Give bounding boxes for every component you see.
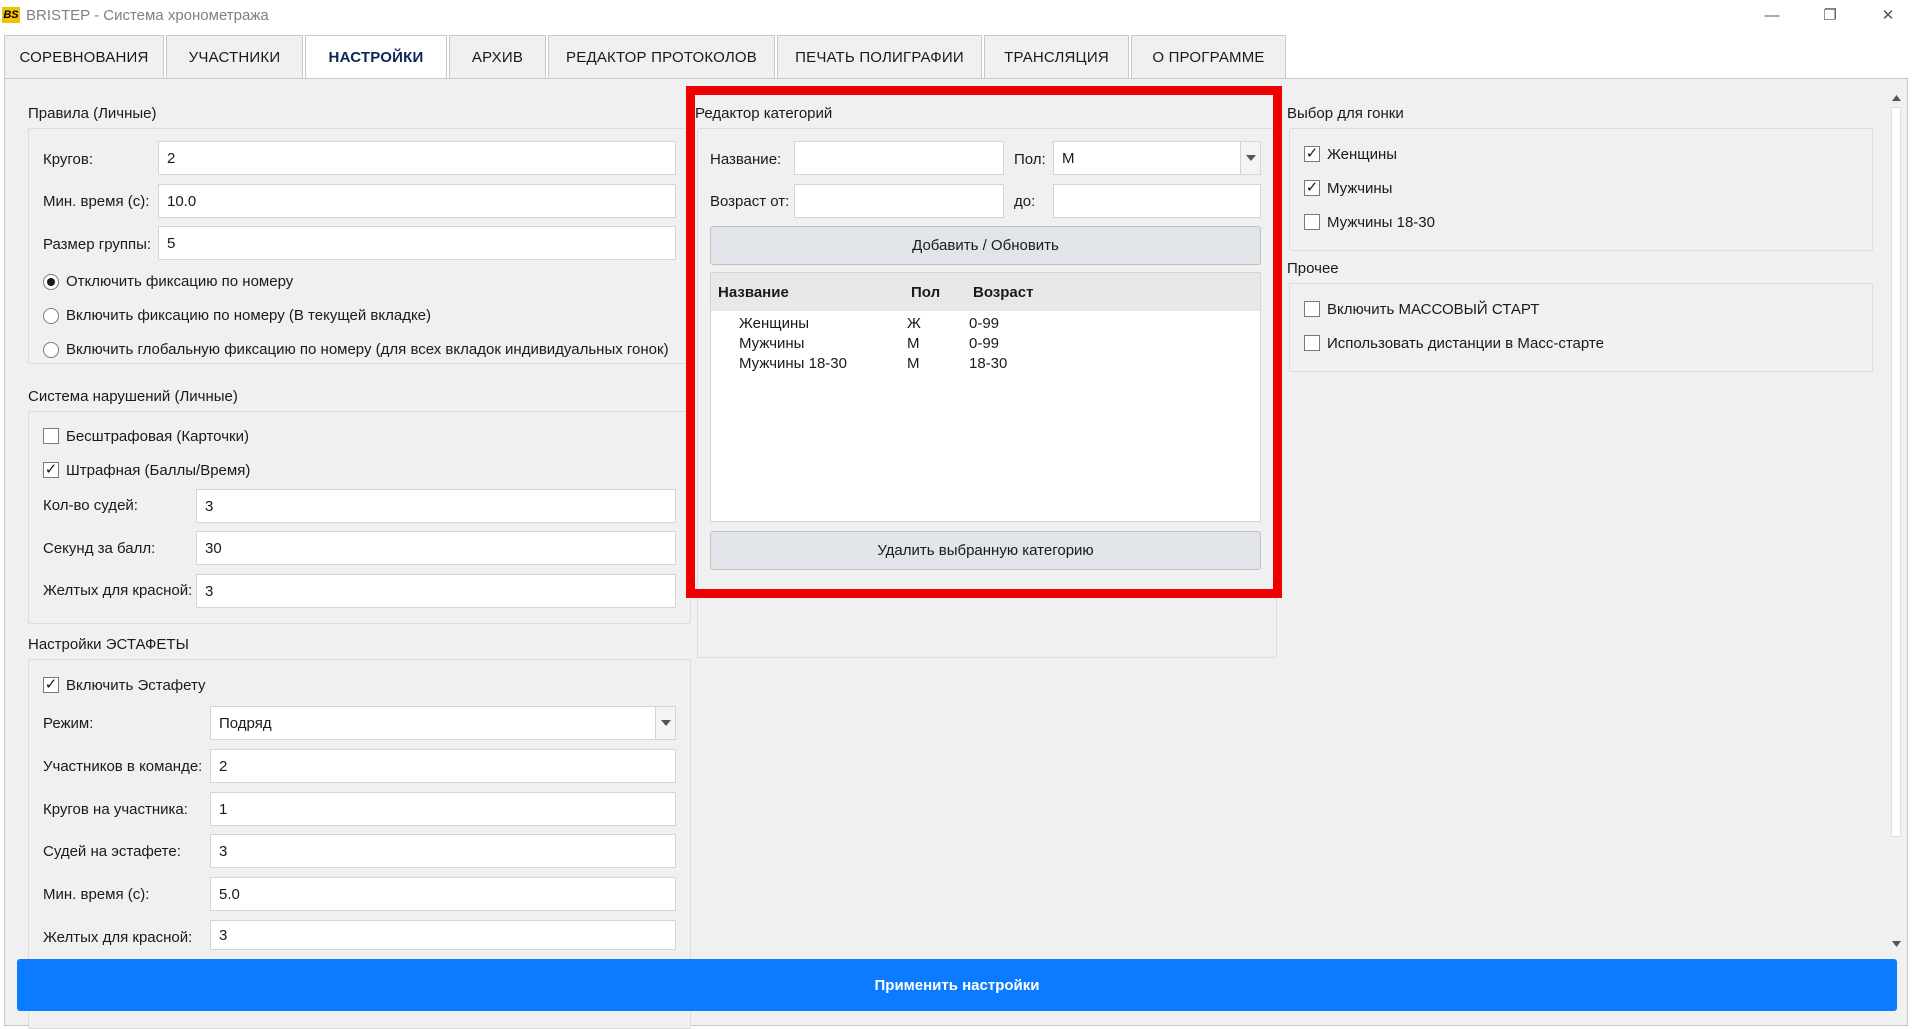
penalty-checkbox[interactable]: ✓ (43, 462, 59, 478)
tab-broadcast[interactable]: ТРАНСЛЯЦИЯ (984, 35, 1129, 78)
team-size-input[interactable]: 2 (210, 749, 676, 783)
relay-yellow-label: Желтых для красной: (43, 929, 193, 946)
relay-mode-select[interactable]: Подряд (210, 706, 676, 740)
no-penalty-checkbox[interactable] (43, 428, 59, 444)
window-title: BRISTEP - Система хронометража (26, 6, 269, 24)
violations-group-title: Система нарушений (Личные) (28, 388, 238, 405)
radio-global-fixation[interactable] (43, 342, 59, 358)
yellow-for-red-input[interactable]: 3 (196, 574, 676, 608)
group-size-input[interactable]: 5 (158, 226, 676, 260)
race-men-18-30-checkbox[interactable] (1304, 214, 1320, 230)
laps-per-label: Кругов на участника: (43, 801, 188, 818)
relay-min-time-label: Мин. время (с): (43, 886, 150, 903)
chevron-down-icon[interactable] (655, 707, 675, 739)
tab-settings[interactable]: НАСТРОЙКИ (305, 35, 447, 79)
race-men-18-30-label: Мужчины 18-30 (1327, 214, 1435, 231)
yellow-for-red-label: Желтых для красной: (43, 582, 193, 599)
tab-archive[interactable]: АРХИВ (449, 35, 546, 78)
vertical-scrollbar[interactable] (1889, 91, 1903, 951)
scrollbar-thumb[interactable] (1891, 107, 1901, 837)
laps-per-input[interactable]: 1 (210, 792, 676, 826)
relay-mode-label: Режим: (43, 715, 94, 732)
relay-min-time-input[interactable]: 5.0 (210, 877, 676, 911)
radio-disable-label: Отключить фиксацию по номеру (66, 273, 294, 290)
mass-start-checkbox[interactable] (1304, 301, 1320, 317)
tab-competitions[interactable]: СОРЕВНОВАНИЯ (4, 35, 164, 78)
maximize-button[interactable]: ❐ (1801, 0, 1859, 30)
app-logo-icon: BS (2, 7, 20, 23)
race-women-checkbox[interactable]: ✓ (1304, 146, 1320, 162)
team-size-label: Участников в команде: (43, 758, 203, 775)
race-men-checkbox[interactable]: ✓ (1304, 180, 1320, 196)
close-button[interactable]: ✕ (1859, 0, 1917, 30)
relay-judges-label: Судей на эстафете: (43, 843, 181, 860)
judges-label: Кол-во судей: (43, 497, 138, 514)
no-penalty-label: Бесштрафовая (Карточки) (66, 428, 249, 445)
tab-participants[interactable]: УЧАСТНИКИ (166, 35, 303, 78)
highlight-frame (686, 86, 1282, 598)
scroll-up-icon[interactable] (1890, 91, 1902, 105)
minimize-button[interactable]: — (1743, 0, 1801, 30)
tab-print[interactable]: ПЕЧАТЬ ПОЛИГРАФИИ (777, 35, 982, 78)
sec-per-point-input[interactable]: 30 (196, 531, 676, 565)
judges-input[interactable]: 3 (196, 489, 676, 523)
title-bar: BS BRISTEP - Система хронометража — ❐ ✕ (0, 0, 1917, 30)
tab-about[interactable]: О ПРОГРАММЕ (1131, 35, 1286, 78)
relay-enable-label: Включить Эстафету (66, 677, 206, 694)
group-size-label: Размер группы: (43, 236, 152, 253)
radio-global-label: Включить глобальную фиксацию по номеру (… (66, 341, 669, 358)
other-group-title: Прочее (1287, 260, 1339, 277)
radio-tab-fixation[interactable] (43, 308, 59, 324)
main-tabs: СОРЕВНОВАНИЯ УЧАСТНИКИ НАСТРОЙКИ АРХИВ Р… (4, 35, 1288, 79)
min-time-label: Мин. время (с): (43, 193, 150, 210)
laps-input[interactable]: 2 (158, 141, 676, 175)
mass-distance-label: Использовать дистанции в Масс-старте (1327, 335, 1604, 352)
other-group (1289, 283, 1873, 372)
mass-distance-checkbox[interactable] (1304, 335, 1320, 351)
race-women-label: Женщины (1327, 146, 1398, 163)
laps-label: Кругов: (43, 151, 94, 168)
mass-start-label: Включить МАССОВЫЙ СТАРТ (1327, 301, 1540, 318)
relay-judges-input[interactable]: 3 (210, 834, 676, 868)
relay-group-title: Настройки ЭСТАФЕТЫ (28, 636, 189, 653)
radio-disable-fixation[interactable] (43, 274, 59, 290)
min-time-input[interactable]: 10.0 (158, 184, 676, 218)
penalty-label: Штрафная (Баллы/Время) (66, 462, 251, 479)
relay-enable-checkbox[interactable]: ✓ (43, 677, 59, 693)
radio-tab-label: Включить фиксацию по номеру (В текущей в… (66, 307, 432, 324)
sec-per-point-label: Секунд за балл: (43, 540, 156, 557)
scroll-down-icon[interactable] (1890, 937, 1902, 951)
relay-mode-value: Подряд (219, 714, 272, 732)
race-selection-title: Выбор для гонки (1287, 105, 1404, 122)
apply-settings-button[interactable]: Применить настройки (17, 959, 1897, 1011)
relay-yellow-input[interactable]: 3 (210, 920, 676, 950)
race-men-label: Мужчины (1327, 180, 1393, 197)
rules-group-title: Правила (Личные) (28, 105, 157, 122)
window-controls: — ❐ ✕ (1743, 0, 1917, 30)
tab-protocol-editor[interactable]: РЕДАКТОР ПРОТОКОЛОВ (548, 35, 775, 78)
